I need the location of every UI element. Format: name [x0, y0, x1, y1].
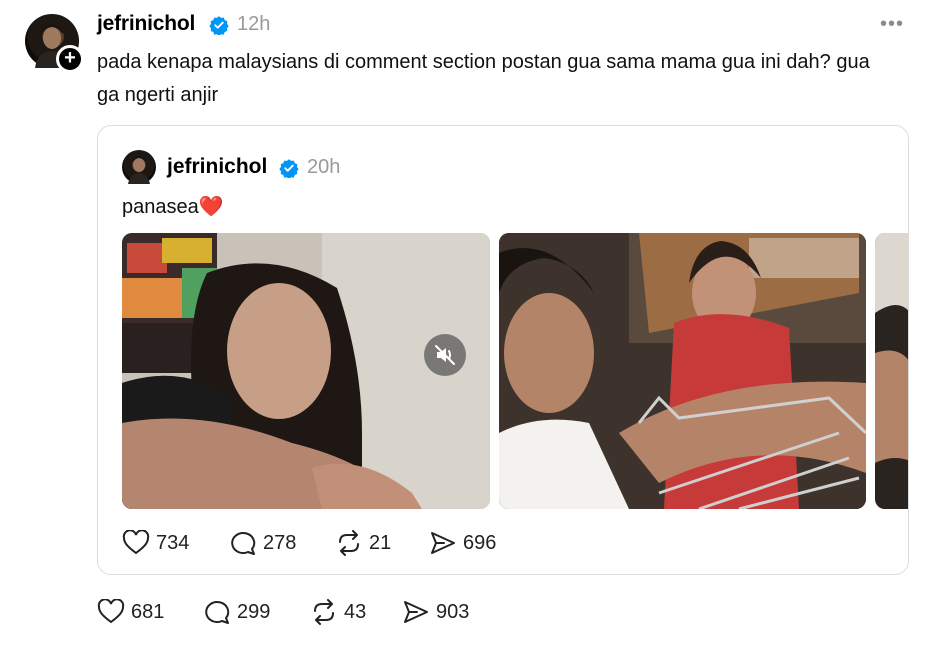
quoted-timestamp: 20h	[307, 156, 341, 178]
quoted-avatar[interactable]	[122, 150, 156, 184]
quoted-reply-count: 278	[263, 531, 297, 554]
share-count: 903	[436, 600, 470, 623]
like-button[interactable]: 681	[97, 599, 164, 625]
quoted-username[interactable]: jefrinichol	[167, 155, 267, 179]
heart-emoji: ❤️	[198, 196, 224, 218]
quoted-like-button[interactable]: 734	[122, 530, 189, 556]
quoted-avatar-photo	[128, 156, 150, 184]
repost-icon	[314, 599, 334, 625]
like-count: 681	[131, 600, 165, 623]
photo-thumbnail[interactable]	[499, 233, 866, 509]
repost-icon	[339, 530, 359, 556]
share-icon	[431, 532, 455, 554]
share-icon	[404, 601, 428, 623]
heart-icon	[97, 599, 125, 624]
follow-button[interactable]: +	[56, 45, 84, 73]
reply-button[interactable]: 299	[203, 599, 270, 625]
comment-icon	[231, 532, 256, 555]
quoted-share-count: 696	[463, 531, 497, 554]
quoted-like-count: 734	[156, 531, 190, 554]
share-button[interactable]: 903	[402, 599, 469, 625]
comment-icon	[205, 601, 230, 624]
post-timestamp: 12h	[237, 13, 271, 35]
mute-icon[interactable]	[424, 334, 466, 376]
reply-count: 299	[237, 600, 271, 623]
photo-thumbnail-partial[interactable]	[875, 233, 908, 509]
quoted-caption: panasea	[122, 196, 199, 218]
photo-image	[499, 233, 866, 509]
photo-image-partial	[875, 233, 908, 509]
more-icon[interactable]: •••	[880, 14, 912, 34]
quoted-text: panasea❤️	[122, 194, 224, 219]
speaker-muted-icon	[435, 345, 455, 365]
post-username[interactable]: jefrinichol	[97, 12, 195, 36]
verified-badge-icon	[209, 16, 229, 35]
repost-button[interactable]: 43	[310, 599, 366, 625]
post-text: pada kenapa malaysians di comment sectio…	[97, 51, 870, 106]
quoted-share-button[interactable]: 696	[429, 530, 496, 556]
quoted-repost-button[interactable]: 21	[335, 530, 391, 556]
repost-count: 43	[344, 600, 367, 623]
heart-icon	[122, 530, 150, 555]
quoted-reply-button[interactable]: 278	[229, 530, 296, 556]
quoted-repost-count: 21	[369, 531, 392, 554]
quoted-post-card[interactable]: jefrinichol 20h panasea❤️ 734 278 21 696	[97, 125, 909, 575]
verified-badge-icon	[279, 159, 299, 178]
